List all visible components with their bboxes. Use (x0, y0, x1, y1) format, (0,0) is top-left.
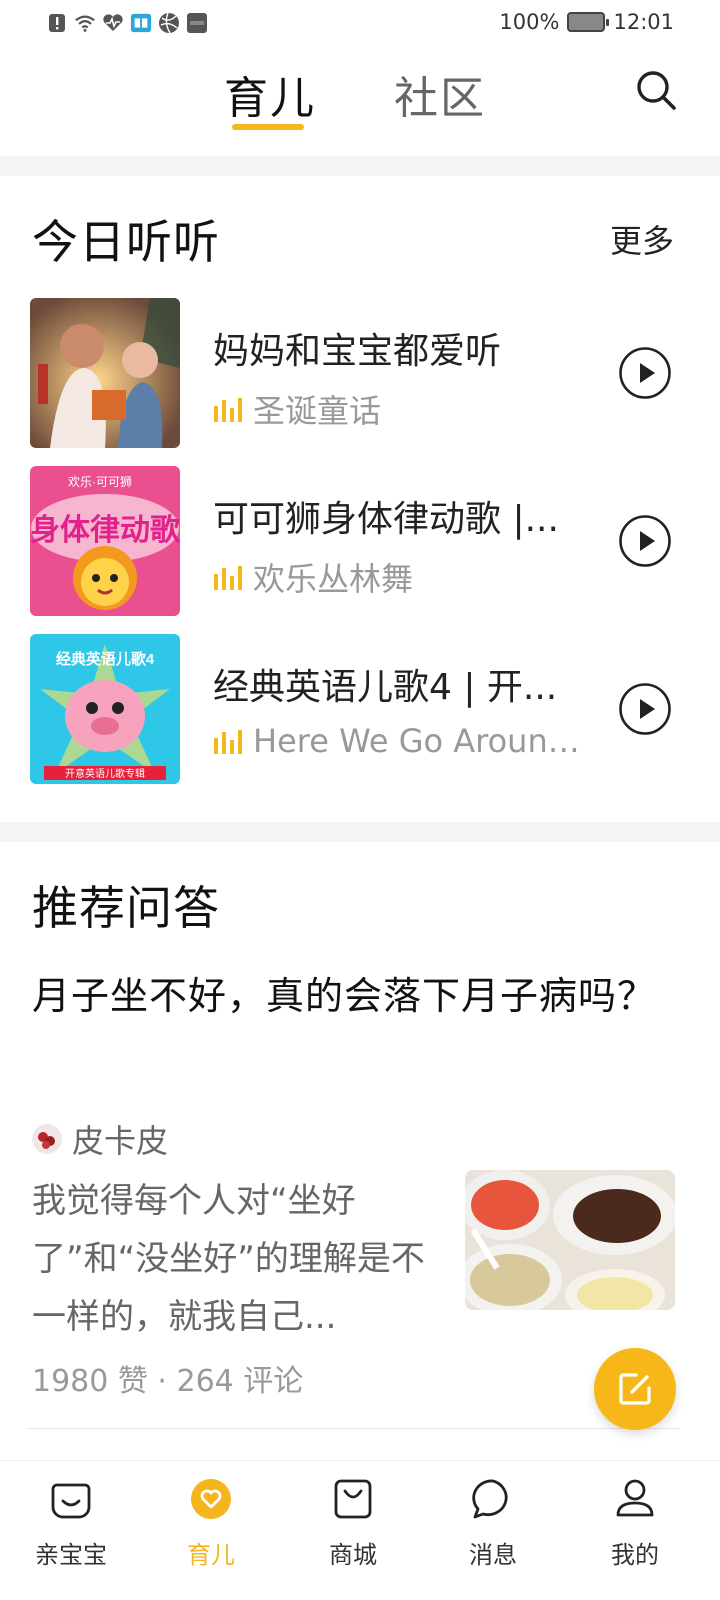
track-subtitle: Here We Go Around... (253, 722, 593, 760)
chat-bubble-icon (472, 1479, 508, 1519)
bottom-nav: 亲宝宝 育儿 商城 消息 我的 (0, 1460, 720, 1600)
track-subtitle-row: 欢乐丛林舞 (213, 554, 593, 600)
nav-item-parenting[interactable]: 育儿 (156, 1477, 266, 1587)
track-title: 可可狮身体律动歌 |... (213, 499, 559, 540)
nav-item-profile[interactable]: 我的 (580, 1477, 690, 1587)
nav-label: 我的 (611, 1541, 659, 1569)
play-icon (619, 347, 671, 399)
alert-icon (46, 12, 68, 34)
baby-face-icon (51, 1483, 91, 1519)
play-button[interactable] (618, 514, 672, 568)
status-bar: 100% 12:01 (0, 0, 720, 46)
avatar (32, 1124, 62, 1154)
heart-icon (191, 1479, 231, 1519)
app-screen: 100% 12:01 育儿 社区 今日听听 更多 妈妈和宝宝都爱听 圣诞童话 身… (0, 0, 720, 1600)
audio-bars-icon (214, 566, 242, 590)
nav-label: 育儿 (187, 1541, 235, 1569)
tab-parenting[interactable]: 育儿 (224, 62, 316, 126)
clock: 12:01 (613, 10, 674, 34)
author-name: 皮卡皮 (72, 1122, 169, 1160)
nav-item-messages[interactable]: 消息 (438, 1477, 548, 1587)
battery-percent: 100% (499, 10, 560, 34)
listen-section-title: 今日听听 (32, 215, 220, 269)
qa-answer-excerpt[interactable]: 我觉得每个人对“坐好了”和“没坐好”的理解是不一样的，就我自己... (32, 1172, 432, 1346)
cover-tag-text: 欢乐·可可狮 (68, 474, 132, 489)
track-title: 经典英语儿歌4 | 开... (213, 667, 558, 708)
search-icon (637, 71, 676, 110)
nav-item-mall[interactable]: 商城 (298, 1477, 408, 1587)
top-tab-bar: 育儿 社区 (0, 46, 720, 156)
wifi-icon (74, 12, 96, 34)
track-cover-image (30, 298, 180, 448)
play-button[interactable] (618, 346, 672, 400)
track-subtitle: 欢乐丛林舞 (253, 560, 414, 598)
compose-fab[interactable] (594, 1348, 676, 1430)
shopping-bag-icon (334, 1479, 372, 1519)
nav-label: 商城 (329, 1541, 377, 1569)
track-item[interactable]: 经典英语儿歌4 开意英语儿歌专辑 经典英语儿歌4 | 开... Here We … (30, 634, 690, 784)
nav-label: 消息 (469, 1541, 517, 1569)
section-divider (0, 156, 720, 176)
search-button[interactable] (634, 68, 678, 112)
cover-top-text: 经典英语儿歌4 (56, 650, 155, 668)
qa-section-title: 推荐问答 (32, 881, 220, 935)
play-icon (619, 515, 671, 567)
track-item[interactable]: 身体律动歌 欢乐·可可狮 可可狮身体律动歌 |... 欢乐丛林舞 (30, 466, 690, 616)
qa-author[interactable]: 皮卡皮 (32, 1116, 168, 1162)
section-divider (0, 822, 720, 842)
edit-icon (619, 1373, 651, 1405)
track-cover-image: 身体律动歌 欢乐·可可狮 (30, 466, 180, 616)
more-link[interactable]: 更多 (610, 216, 674, 262)
play-icon (619, 683, 671, 735)
audio-bars-icon (214, 398, 242, 422)
hms-app-icon (186, 12, 208, 34)
book-app-icon (130, 12, 152, 34)
track-item[interactable]: 妈妈和宝宝都爱听 圣诞童话 (30, 298, 690, 448)
qa-stats: 1980 赞 · 264 评论 (32, 1364, 304, 1399)
profile-icon (616, 1479, 654, 1517)
battery-icon (567, 12, 610, 32)
track-subtitle: 圣诞童话 (253, 392, 382, 430)
audio-bars-icon (214, 730, 242, 754)
globe-app-icon (158, 12, 180, 34)
cover-banner-text: 身体律动歌 (30, 514, 180, 547)
active-tab-indicator (232, 124, 304, 130)
track-cover-image: 经典英语儿歌4 开意英语儿歌专辑 (30, 634, 180, 784)
qa-separator (28, 1428, 680, 1429)
qa-question[interactable]: 月子坐不好，真的会落下月子病吗？ (32, 964, 672, 1028)
track-subtitle-row: 圣诞童话 (213, 386, 593, 432)
track-subtitle-row: Here We Go Around... (213, 722, 593, 760)
track-title: 妈妈和宝宝都爱听 (213, 331, 502, 372)
tab-community[interactable]: 社区 (394, 62, 486, 126)
cover-bottom-text: 开意英语儿歌专辑 (65, 767, 145, 780)
nav-item-home[interactable]: 亲宝宝 (16, 1477, 126, 1587)
health-heart-icon (102, 12, 124, 34)
nav-label: 亲宝宝 (35, 1541, 107, 1569)
qa-answer-image[interactable] (465, 1170, 675, 1310)
play-button[interactable] (618, 682, 672, 736)
